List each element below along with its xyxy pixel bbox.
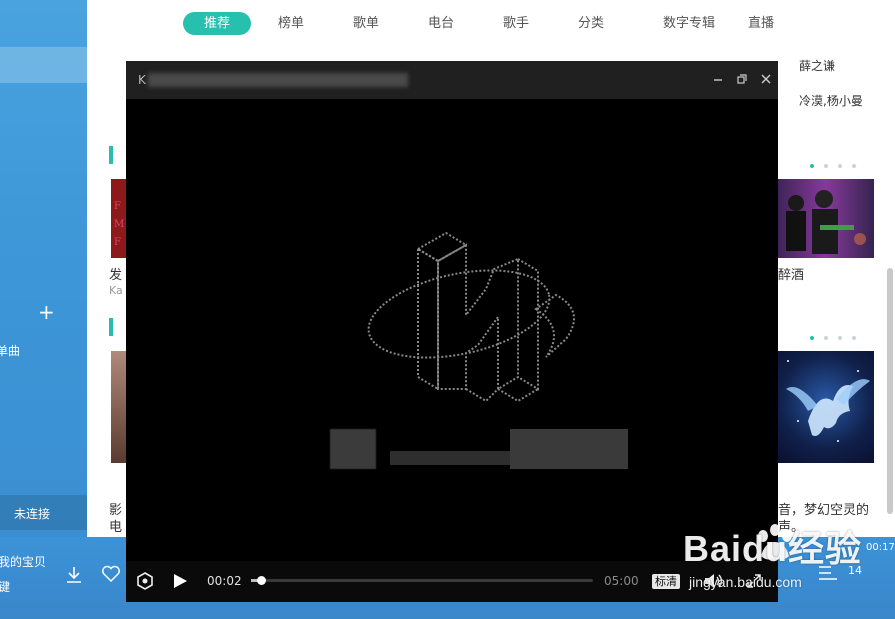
content-scrollbar[interactable] — [887, 268, 893, 514]
video-frame[interactable] — [126, 99, 778, 561]
now-playing-title[interactable]: 我的宝贝 — [0, 553, 46, 570]
sidebar-item-songs[interactable]: 单曲 — [0, 342, 20, 359]
watermark-main: Baidu经验 — [683, 528, 863, 569]
total-time: 05:00 — [604, 574, 639, 588]
card-subtitle-3[interactable]: 电 — [109, 516, 122, 535]
svg-text:M: M — [114, 219, 124, 230]
add-playlist-icon[interactable]: + — [38, 302, 55, 322]
playback-elapsed: 00:17 — [866, 542, 895, 553]
section-accent-2 — [109, 318, 113, 336]
tab-artists[interactable]: 歌手 — [494, 12, 538, 35]
card-subtitle-1[interactable]: Ka — [109, 284, 123, 297]
tab-charts[interactable]: 榜单 — [269, 12, 313, 35]
album-cover-2[interactable] — [778, 179, 874, 258]
play-icon[interactable] — [172, 573, 188, 593]
top-nav: 推荐 榜单 歌单 电台 歌手 分类 数字专辑 直播 — [87, 0, 895, 46]
watermark-url: jingyan.baidu.com — [689, 574, 802, 590]
svg-text:F: F — [114, 201, 121, 212]
connection-status-label: 未连接 — [14, 507, 51, 521]
card-title-2[interactable]: 醉酒 — [778, 264, 804, 283]
now-playing-artist[interactable]: 键 — [0, 578, 10, 595]
video-logo-frame — [330, 231, 628, 469]
like-heart-icon[interactable] — [101, 565, 121, 587]
close-icon[interactable] — [758, 71, 774, 87]
album-cover-1[interactable]: FMF — [111, 179, 126, 258]
seek-bar-knob[interactable] — [257, 576, 267, 585]
tab-live[interactable]: 直播 — [739, 12, 783, 35]
song-artist-2[interactable]: 冷漠,杨小曼 — [799, 92, 863, 109]
left-sidebar: + 单曲 未连接 — [0, 0, 87, 537]
section-accent-1 — [109, 146, 113, 164]
sidebar-selected-item[interactable] — [0, 47, 87, 83]
mv-player-window: K 00:02 05:00 标清 — [126, 61, 778, 602]
mv-title-blurred — [148, 73, 408, 87]
tab-playlists[interactable]: 歌单 — [344, 12, 388, 35]
svg-text:F: F — [114, 237, 121, 248]
seek-bar[interactable] — [251, 576, 593, 585]
album-cover-3[interactable] — [111, 351, 126, 463]
restore-icon[interactable] — [734, 71, 750, 87]
song-artist-1[interactable]: 薛之谦 — [799, 57, 835, 74]
current-time: 00:02 — [207, 574, 242, 588]
settings-hexagon-icon[interactable] — [137, 572, 153, 594]
minimize-icon[interactable] — [710, 71, 726, 87]
carousel-dots-1[interactable] — [810, 164, 856, 168]
tab-recommend[interactable]: 推荐 — [183, 12, 251, 35]
tab-categories[interactable]: 分类 — [569, 12, 613, 35]
download-icon[interactable] — [65, 565, 83, 589]
mv-titlebar[interactable]: K — [126, 61, 778, 99]
device-connection[interactable]: 未连接 — [0, 495, 87, 530]
album-cover-4[interactable] — [778, 351, 874, 463]
tab-radio[interactable]: 电台 — [419, 12, 463, 35]
mv-title: K — [138, 73, 146, 87]
mv-controls: 00:02 05:00 标清 — [126, 561, 778, 602]
quality-selector[interactable]: 标清 — [652, 574, 680, 589]
card-title-1[interactable]: 发 — [109, 264, 122, 283]
carousel-dots-2[interactable] — [810, 336, 856, 340]
tab-digital-albums[interactable]: 数字专辑 — [643, 12, 735, 35]
